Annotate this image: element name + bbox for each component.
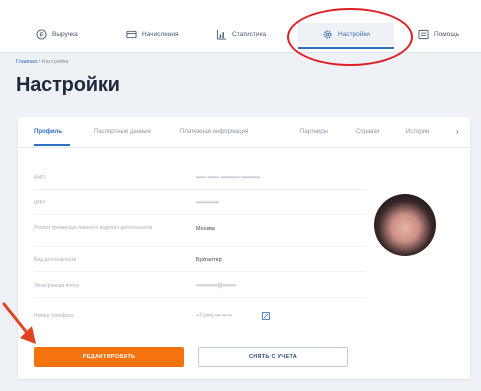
- nav-item-label: Выручка: [52, 30, 78, 38]
- page-title: Настройки: [16, 74, 120, 96]
- breadcrumb: Главная / Настройки: [16, 59, 69, 65]
- tab-history[interactable]: Истории: [406, 129, 429, 135]
- nav-item-statistics[interactable]: Статистика: [216, 24, 266, 44]
- nav-item-revenue[interactable]: ₽ Выручка: [36, 24, 78, 44]
- row-divider: [34, 246, 366, 247]
- tab-divider: [18, 147, 470, 148]
- row-divider: [34, 271, 366, 272]
- active-tab-indicator: [34, 144, 70, 146]
- nav-item-label: Начисления: [142, 30, 179, 38]
- breadcrumb-home-link[interactable]: Главная: [16, 59, 37, 65]
- deregister-button[interactable]: СНЯТЬ С УЧЕТА: [198, 347, 348, 367]
- field-value-email: •••••••••••@•••••••: [196, 283, 237, 289]
- field-value-inn: ••••••••••••: [196, 200, 220, 206]
- tab-partners[interactable]: Партнеры: [300, 129, 328, 135]
- revenue-icon: ₽: [36, 28, 47, 40]
- edit-phone-icon[interactable]: [262, 312, 270, 320]
- avatar: [374, 194, 436, 256]
- help-icon: [418, 29, 429, 39]
- field-value-phone: +7 (•••) •••-••-••: [196, 313, 232, 319]
- field-label-fio: ФИО: [34, 175, 46, 181]
- tab-passport-data[interactable]: Паспортные данные: [94, 129, 151, 135]
- profile-card: Профиль Паспортные данные Платежная инфо…: [18, 117, 470, 379]
- row-divider: [34, 189, 366, 190]
- row-divider: [34, 214, 366, 215]
- breadcrumb-current: Настройки: [41, 59, 69, 65]
- field-label-inn: ИНН: [34, 200, 45, 206]
- nav-item-accruals[interactable]: Начисления: [126, 24, 179, 44]
- field-value-activity-type: Бухгалтер: [196, 257, 222, 263]
- nav-item-help[interactable]: Помощь: [418, 24, 459, 44]
- edit-button[interactable]: РЕДАКТИРОВАТЬ: [34, 347, 184, 367]
- nav-item-label: Помощь: [434, 30, 460, 38]
- statistics-icon: [216, 29, 227, 40]
- tab-payment-info[interactable]: Платежная информация: [180, 129, 248, 135]
- field-value-fio: ••••• •••••• •••••••••• ••••••••••: [196, 175, 261, 181]
- field-label-phone: Номер телефона: [34, 313, 74, 319]
- svg-text:₽: ₽: [40, 31, 44, 38]
- tabs-scroll-right-icon[interactable]: ›: [456, 127, 459, 136]
- row-divider: [34, 297, 366, 298]
- tab-certificates[interactable]: Справки: [356, 129, 379, 135]
- field-label-activity-type: Вид деятельности: [34, 257, 77, 263]
- arrow-annotation-icon: [2, 302, 36, 344]
- field-value-region: Москва: [196, 226, 215, 232]
- field-label-email: Электронная почта: [34, 283, 79, 289]
- accruals-icon: [126, 30, 137, 38]
- nav-item-label: Статистика: [232, 30, 267, 38]
- highlight-circle-annotation: [287, 8, 413, 66]
- field-label-region: Регион преимущественного ведения деятель…: [34, 225, 153, 231]
- tab-profile[interactable]: Профиль: [34, 129, 62, 135]
